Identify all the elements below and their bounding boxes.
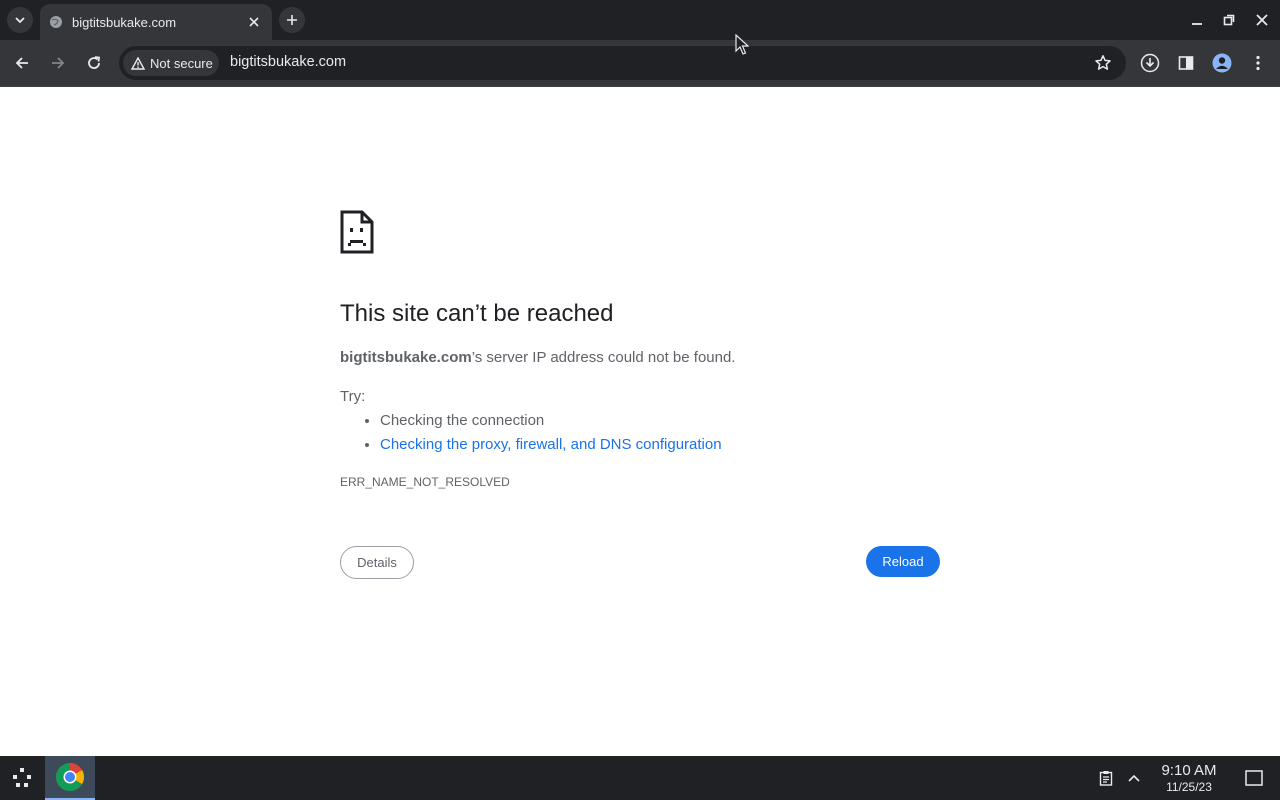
plus-icon <box>287 15 297 25</box>
sad-page-icon <box>340 210 374 254</box>
download-button[interactable] <box>1138 51 1162 75</box>
overview-button[interactable] <box>1244 768 1264 788</box>
tab-title: bigtitsbukake.com <box>72 14 177 30</box>
active-tab[interactable]: bigtitsbukake.com <box>40 4 272 40</box>
suggestion-item: Checking the proxy, firewall, and DNS co… <box>380 436 722 460</box>
window-close-button[interactable] <box>1252 10 1272 30</box>
menu-button[interactable] <box>1246 51 1270 75</box>
close-icon[interactable] <box>246 14 262 30</box>
restore-button[interactable] <box>1219 10 1239 30</box>
forward-arrow-icon <box>52 57 65 69</box>
tab-strip: bigtitsbukake.com <box>0 0 1280 40</box>
error-heading: This site can’t be reached <box>340 300 614 327</box>
suggestion-item: Checking the connection <box>380 412 722 436</box>
toolbar-divider <box>0 86 1280 87</box>
side-panel-button[interactable] <box>1174 51 1198 75</box>
error-summary: bigtitsbukake.com’s server IP address co… <box>340 349 735 366</box>
back-button[interactable] <box>10 51 34 75</box>
taskbar: 9:10 AM 11/25/23 <box>0 756 1280 800</box>
system-clock[interactable]: 9:10 AM 11/25/23 <box>1148 762 1230 794</box>
summary-text: ’s server IP address could not be found. <box>471 349 736 366</box>
address-bar[interactable]: Not secure bigtitsbukake.com <box>119 46 1126 80</box>
details-button[interactable]: Details <box>340 546 414 579</box>
security-label: Not secure <box>150 55 213 71</box>
reload-icon <box>88 56 101 69</box>
try-label: Try: <box>340 388 366 405</box>
overview-icon <box>1245 770 1263 786</box>
error-code: ERR_NAME_NOT_RESOLVED <box>340 475 510 489</box>
globe-favicon-icon <box>48 14 64 30</box>
security-chip[interactable]: Not secure <box>123 50 219 76</box>
tray-expand-button[interactable] <box>1124 768 1144 788</box>
more-vert-icon <box>1256 55 1260 71</box>
profile-button[interactable] <box>1210 51 1234 75</box>
chrome-taskbar-app[interactable] <box>45 756 95 800</box>
profile-icon <box>1212 53 1232 73</box>
forward-button[interactable] <box>46 51 70 75</box>
clipboard-tray-button[interactable] <box>1096 768 1116 788</box>
chevron-up-icon <box>1128 774 1140 782</box>
minimize-button[interactable] <box>1187 10 1207 30</box>
suggestion-check-connection: Checking the connection <box>380 412 545 429</box>
browser-toolbar: Not secure bigtitsbukake.com <box>0 40 1280 86</box>
clipboard-icon <box>1099 771 1113 786</box>
minimize-icon <box>1192 23 1202 25</box>
suggestion-proxy-link[interactable]: Checking the proxy, firewall, and DNS co… <box>380 436 722 453</box>
summary-host: bigtitsbukake.com <box>340 349 472 366</box>
tab-search-button[interactable] <box>7 7 33 33</box>
download-icon <box>1140 53 1160 73</box>
back-arrow-icon <box>15 57 28 69</box>
suggestions-list: Checking the connection Checking the pro… <box>380 412 722 460</box>
launcher-icon <box>13 768 31 787</box>
reload-button[interactable]: Reload <box>866 546 940 577</box>
warning-icon <box>131 56 145 70</box>
url-text[interactable]: bigtitsbukake.com <box>230 54 346 70</box>
side-panel-icon <box>1178 56 1194 70</box>
reload-toolbar-button[interactable] <box>82 51 106 75</box>
mouse-cursor-icon <box>735 34 749 55</box>
new-tab-button[interactable] <box>279 7 305 33</box>
restore-icon <box>1223 14 1235 26</box>
launcher-button[interactable] <box>8 764 36 792</box>
clock-date: 11/25/23 <box>1166 780 1212 794</box>
chevron-down-icon <box>15 17 25 24</box>
clock-time: 9:10 AM <box>1161 762 1217 779</box>
star-icon[interactable] <box>1094 54 1112 72</box>
window-close-icon <box>1256 14 1268 26</box>
chrome-icon <box>56 763 84 791</box>
